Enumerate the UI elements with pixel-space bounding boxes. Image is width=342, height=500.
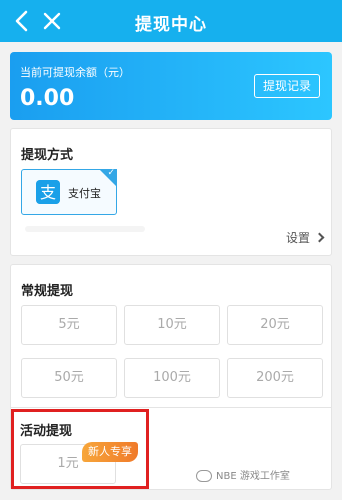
regular-withdraw-title: 常规提现 <box>21 284 74 299</box>
balance-amount: 0.00 <box>20 86 75 111</box>
amount-button-20[interactable]: 20元 <box>227 305 323 345</box>
amount-button-50[interactable]: 50元 <box>21 358 117 398</box>
highlight-box <box>11 409 149 489</box>
wechat-icon <box>196 470 212 482</box>
withdraw-method-panel: 提现方式 支 支付宝 ✓ 设置 <box>10 128 332 256</box>
top-bar: 提现中心 <box>0 0 342 42</box>
watermark: NBE 游戏工作室 <box>196 467 290 482</box>
alipay-icon: 支 <box>36 180 60 204</box>
amount-button-200[interactable]: 200元 <box>227 358 323 398</box>
section-divider <box>10 407 332 408</box>
alipay-label: 支付宝 <box>68 187 101 200</box>
withdraw-record-button[interactable]: 提现记录 <box>253 74 320 98</box>
blurred-text <box>25 226 145 232</box>
balance-label: 当前可提现余额（元） <box>20 66 130 79</box>
settings-link[interactable]: 设置 <box>285 229 325 246</box>
amount-button-100[interactable]: 100元 <box>124 358 220 398</box>
settings-label: 设置 <box>285 231 310 245</box>
amount-button-10[interactable]: 10元 <box>124 305 220 345</box>
chevron-right-icon <box>314 232 325 243</box>
watermark-text: NBE 游戏工作室 <box>216 471 290 482</box>
check-icon: ✓ <box>107 168 115 178</box>
balance-card: 当前可提现余额（元） 0.00 提现记录 <box>10 52 332 120</box>
alipay-option[interactable]: 支 支付宝 ✓ <box>21 168 117 215</box>
svg-text:支: 支 <box>40 183 56 202</box>
withdraw-method-title: 提现方式 <box>21 148 74 163</box>
page-title: 提现中心 <box>135 15 207 35</box>
amount-button-5[interactable]: 5元 <box>21 305 117 345</box>
